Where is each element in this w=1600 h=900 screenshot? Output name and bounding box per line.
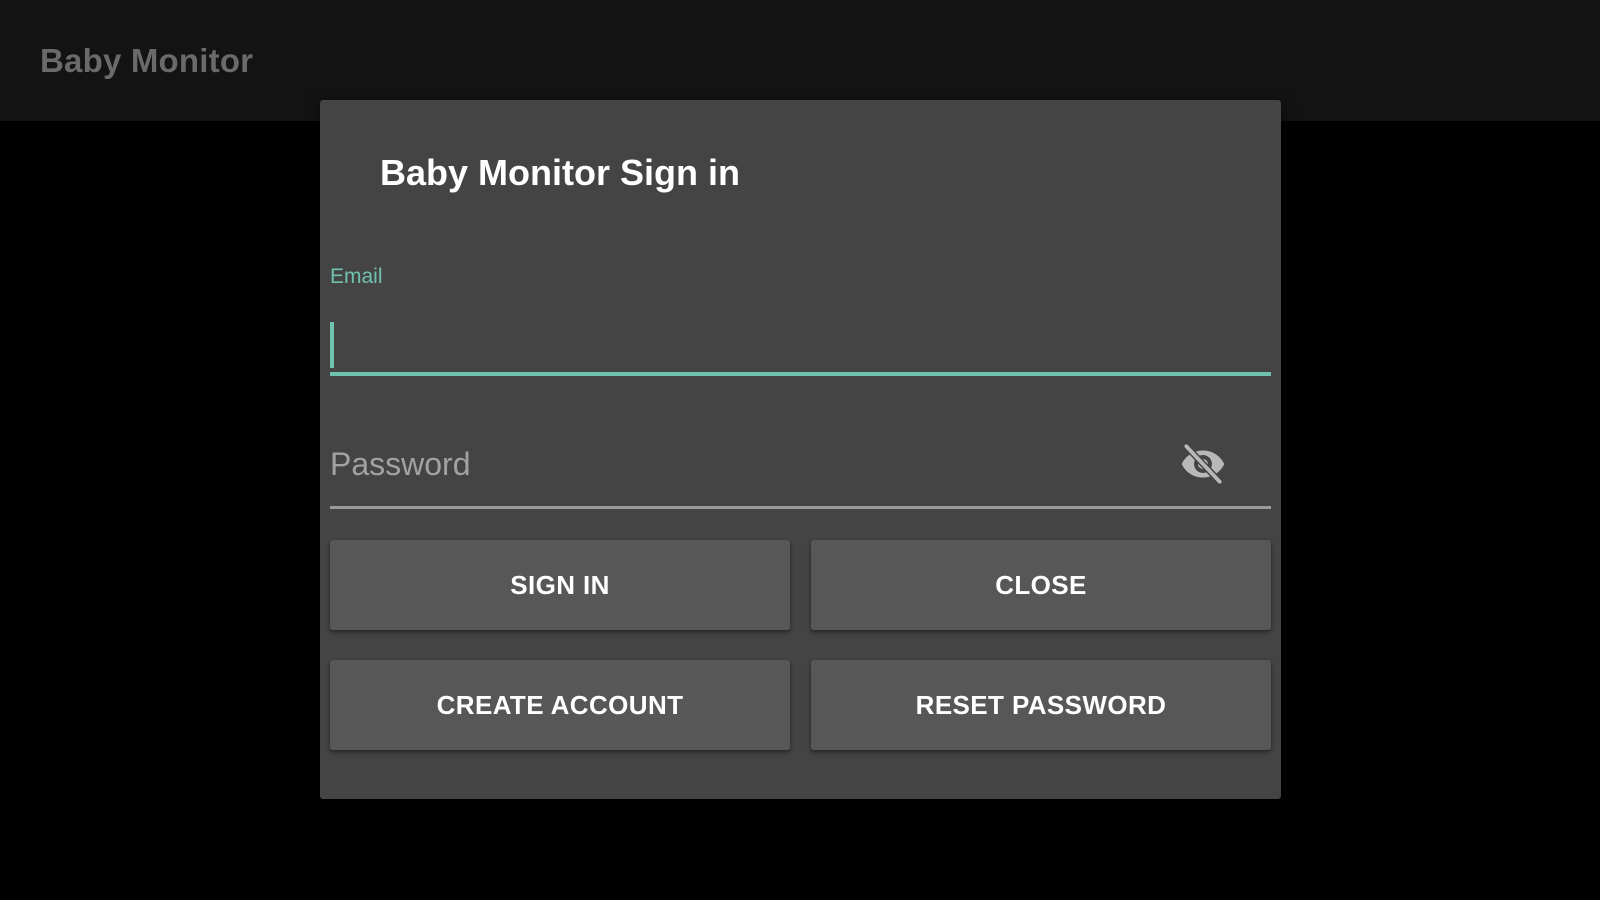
password-input[interactable] <box>330 428 1190 500</box>
password-underline <box>330 506 1271 509</box>
password-visibility-toggle[interactable] <box>1173 436 1233 492</box>
text-caret <box>330 322 334 368</box>
reset-password-button[interactable]: RESET PASSWORD <box>811 660 1271 750</box>
email-underline <box>330 372 1271 376</box>
app-title: Baby Monitor <box>40 42 254 79</box>
sign-in-dialog: Baby Monitor Sign in Email SIGN IN CLOSE… <box>320 100 1281 799</box>
close-button[interactable]: CLOSE <box>811 540 1271 630</box>
eye-off-icon <box>1181 442 1225 486</box>
password-field <box>330 428 1271 528</box>
dialog-title: Baby Monitor Sign in <box>380 152 740 193</box>
sign-in-button[interactable]: SIGN IN <box>330 540 790 630</box>
email-input[interactable] <box>330 310 1271 370</box>
create-account-button[interactable]: CREATE ACCOUNT <box>330 660 790 750</box>
email-label: Email <box>330 265 383 288</box>
